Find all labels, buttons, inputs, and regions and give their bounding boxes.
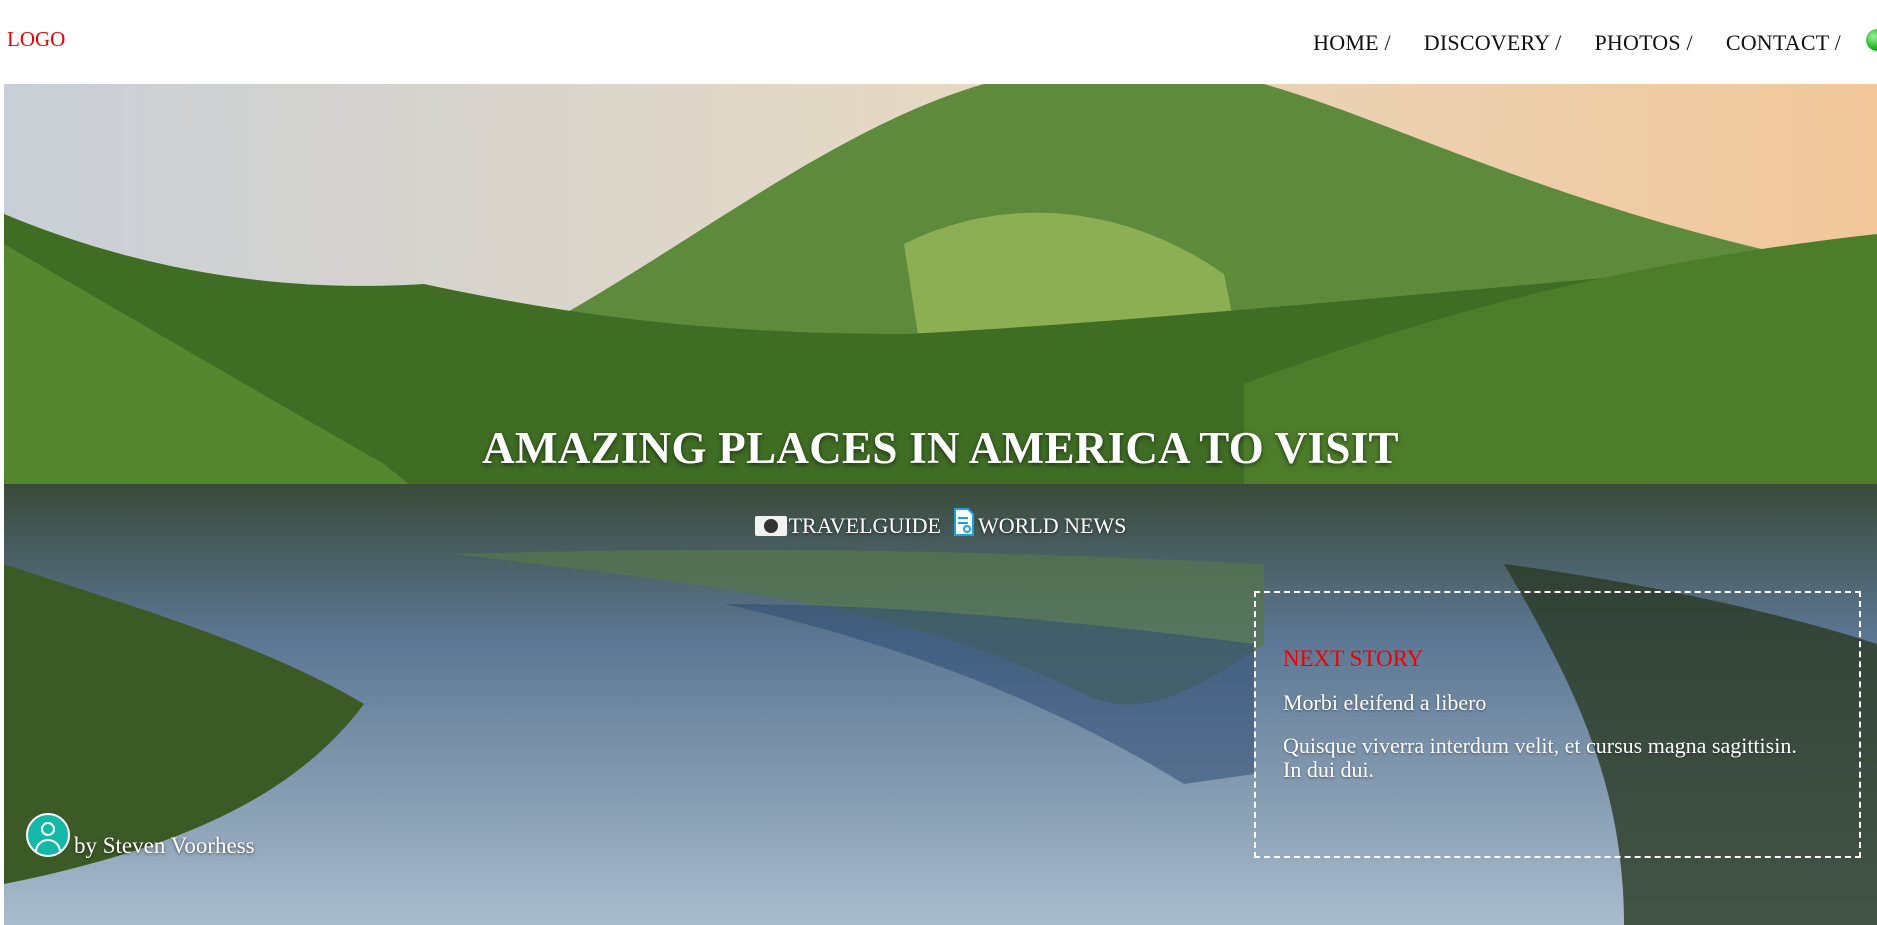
site-header: LOGO HOME / DISCOVERY / PHOTOS / CONTACT… (0, 0, 1877, 84)
tag-travelguide-label: TRAVELGUIDE (788, 513, 941, 538)
globe-icon[interactable] (1866, 29, 1877, 51)
tag-travelguide[interactable]: TRAVELGUIDE (754, 513, 941, 539)
logo[interactable]: LOGO (7, 27, 65, 52)
user-avatar-icon (26, 813, 70, 857)
tag-world-news[interactable]: WORLD NEWS (953, 508, 1126, 539)
nav-photos[interactable]: PHOTOS / (1594, 30, 1692, 56)
next-story-heading: NEXT STORY (1283, 646, 1424, 671)
main-nav: HOME / DISCOVERY / PHOTOS / CONTACT / (1280, 30, 1841, 56)
author-name[interactable]: by Steven Voorhess (74, 833, 255, 859)
news-document-icon (953, 508, 974, 536)
travel-icon (754, 516, 787, 536)
hero-title: AMAZING PLACES IN AMERICA TO VISIT (482, 423, 1399, 473)
next-story-title[interactable]: Morbi eleifend a libero (1283, 690, 1486, 716)
next-story-card[interactable]: NEXT STORY Morbi eleifend a libero Quisq… (1254, 591, 1861, 858)
next-story-excerpt: Quisque viverra interdum velit, et cursu… (1283, 733, 1797, 782)
nav-home[interactable]: HOME / (1313, 30, 1391, 56)
nav-discovery[interactable]: DISCOVERY / (1424, 30, 1562, 56)
author-byline: by Steven Voorhess (26, 811, 255, 859)
hero-banner: AMAZING PLACES IN AMERICA TO VISIT TRAVE… (4, 84, 1877, 925)
category-tags: TRAVELGUIDE WORLD NEWS (4, 508, 1877, 539)
tag-world-news-label: WORLD NEWS (977, 513, 1127, 538)
nav-contact[interactable]: CONTACT / (1726, 30, 1841, 56)
